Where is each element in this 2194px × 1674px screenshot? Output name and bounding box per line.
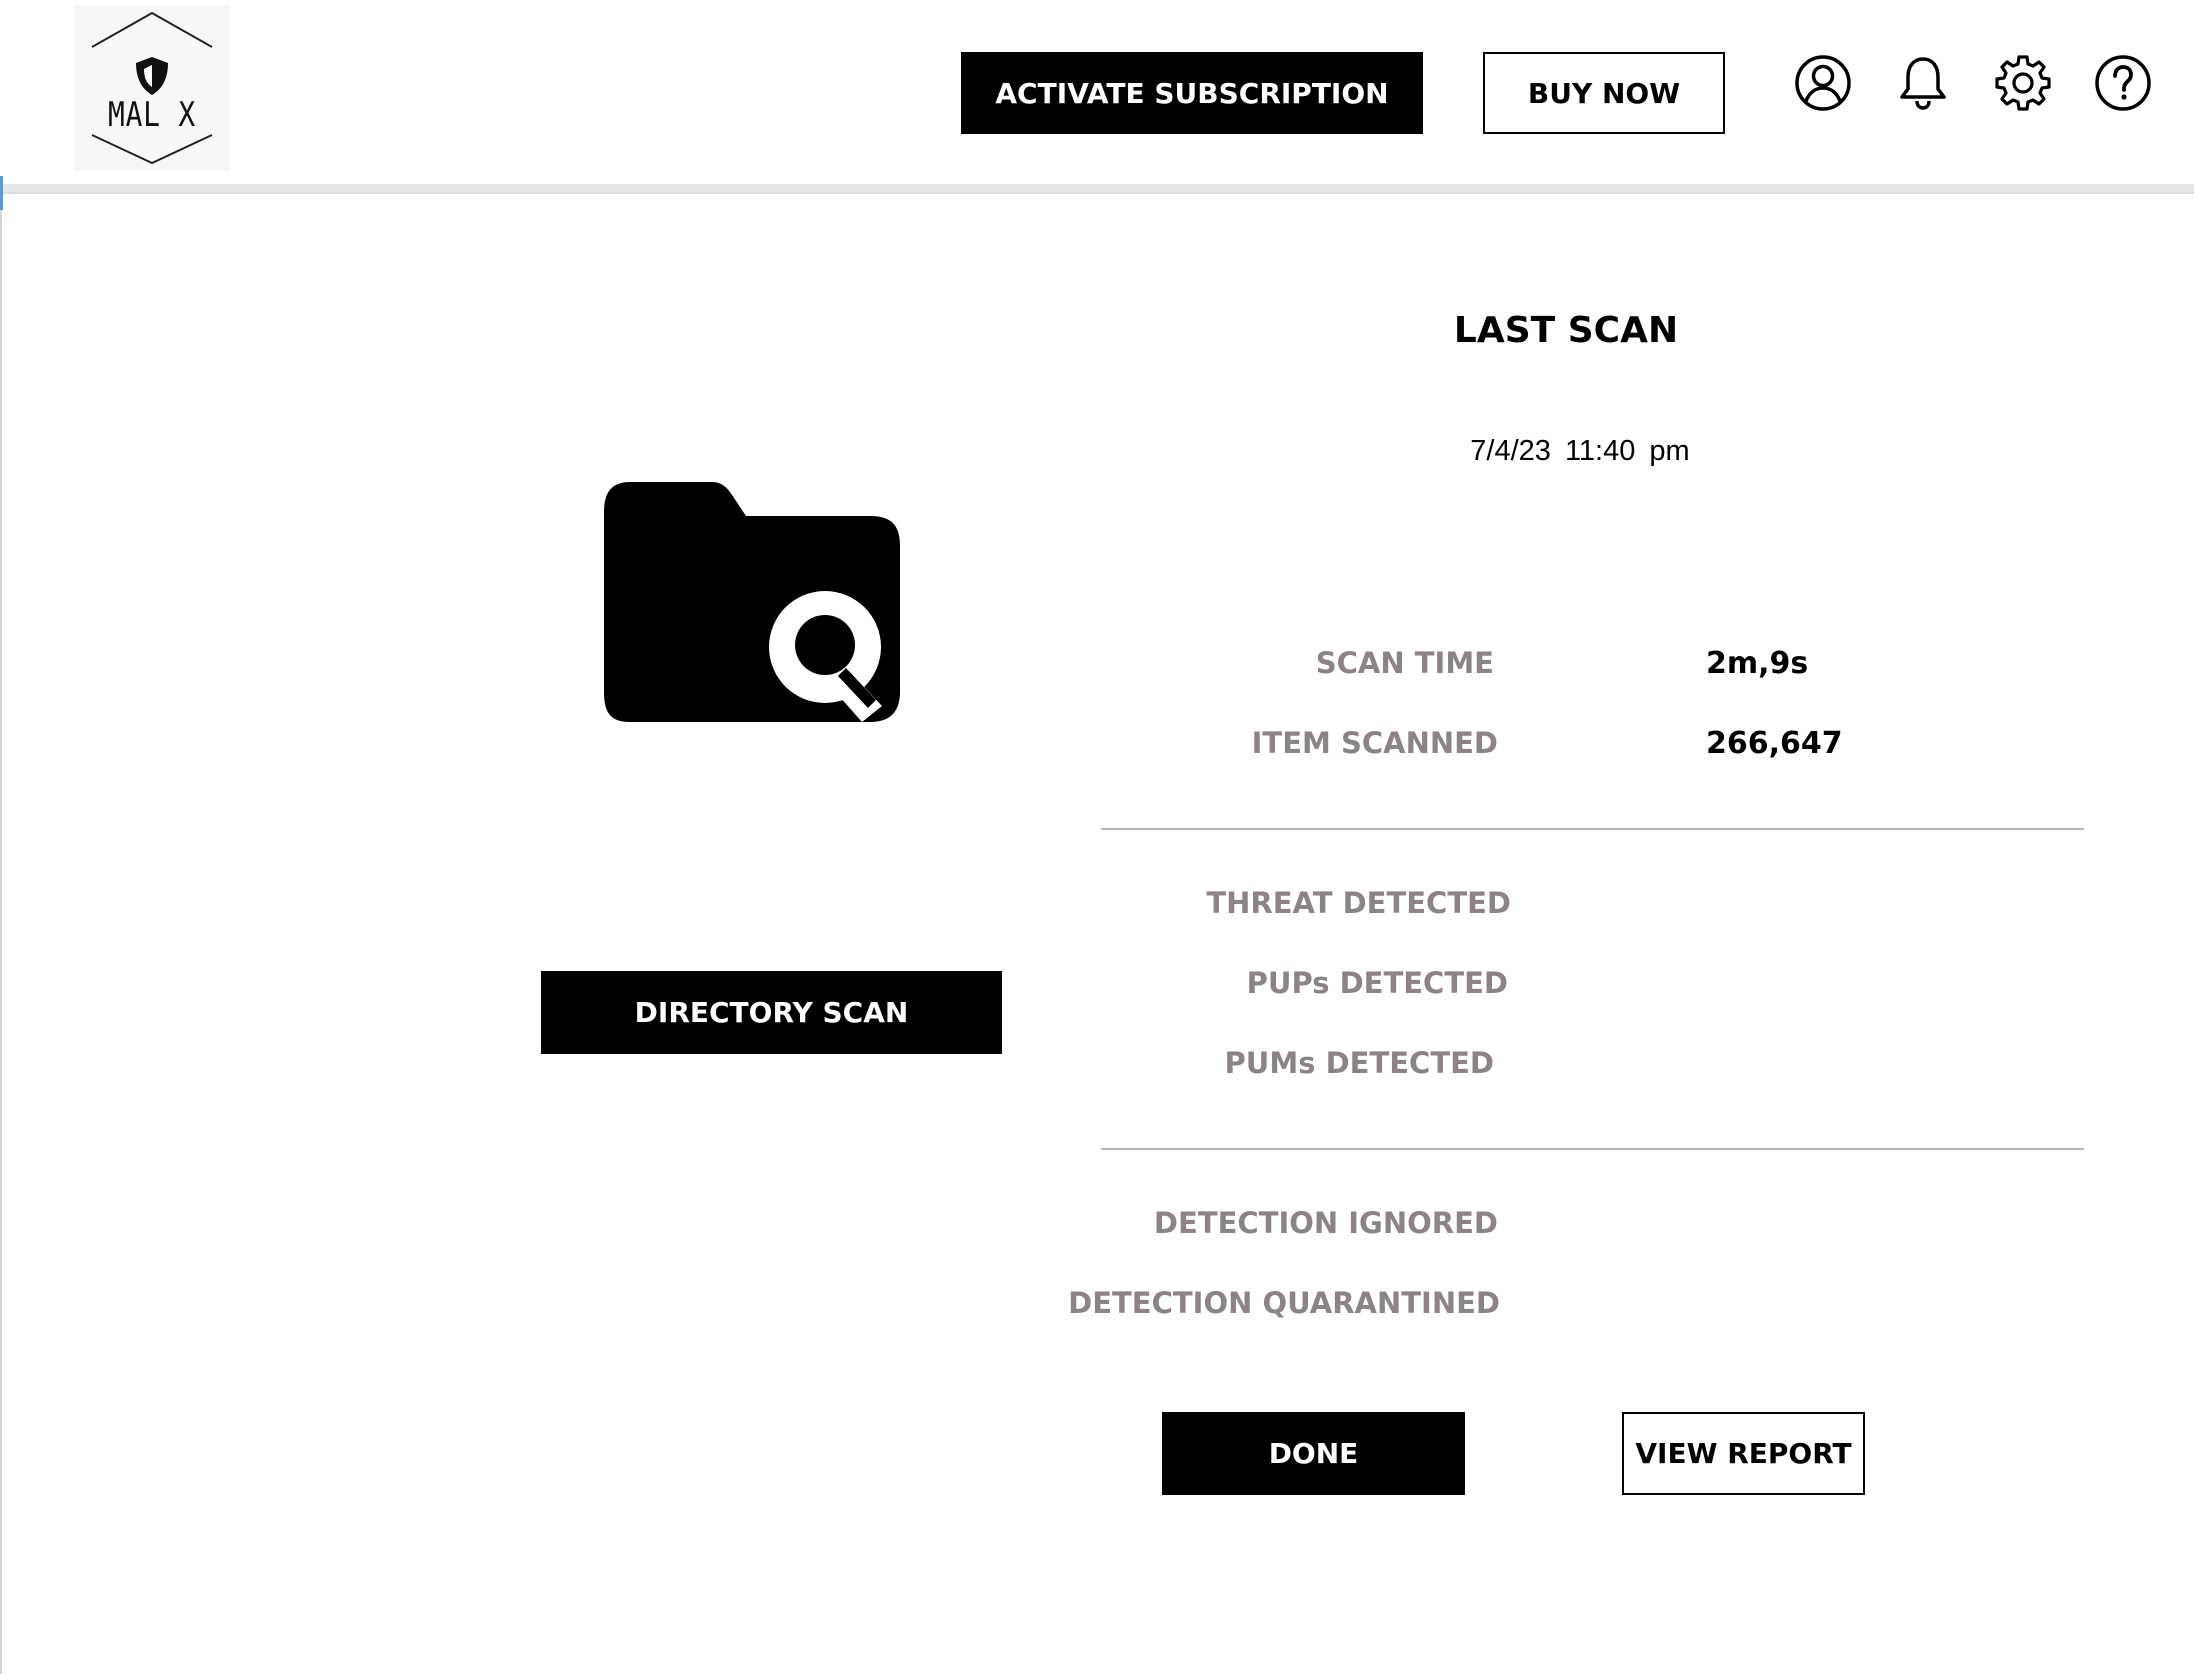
help-icon[interactable] bbox=[2093, 53, 2153, 113]
buy-now-button[interactable]: BUY NOW bbox=[1483, 52, 1725, 134]
logo-text: MAL X bbox=[107, 95, 197, 135]
pums-detected-label: PUMs DETECTED bbox=[1224, 1046, 1494, 1080]
item-scanned-value: 266,647 bbox=[1706, 726, 1843, 761]
header-divider-shadow bbox=[0, 192, 2194, 194]
logo-hexagon-icon bbox=[91, 11, 213, 165]
folder-search-icon bbox=[600, 482, 910, 728]
detection-ignored-label: DETECTION IGNORED bbox=[1153, 1206, 1498, 1240]
done-button[interactable]: DONE bbox=[1162, 1412, 1465, 1495]
gear-icon[interactable] bbox=[1993, 53, 2053, 113]
bell-icon[interactable] bbox=[1893, 53, 1953, 113]
scan-time-label: SCAN TIME bbox=[1315, 646, 1494, 680]
last-scan-datetime: 7/4/23 11:40 pm bbox=[1470, 435, 1690, 467]
window-left-border bbox=[0, 0, 2, 1674]
header-divider bbox=[0, 184, 2194, 192]
window-edge-accent bbox=[0, 176, 3, 210]
app-logo: MAL X bbox=[74, 5, 230, 171]
section-divider bbox=[1101, 828, 2084, 830]
section-divider bbox=[1101, 1148, 2084, 1150]
user-icon[interactable] bbox=[1793, 53, 1853, 113]
view-report-button[interactable]: VIEW REPORT bbox=[1622, 1412, 1865, 1495]
pups-detected-label: PUPs DETECTED bbox=[1246, 966, 1508, 1000]
item-scanned-label: ITEM SCANNED bbox=[1251, 726, 1498, 760]
activate-subscription-button[interactable]: ACTIVATE SUBSCRIPTION bbox=[961, 52, 1423, 134]
scan-time-value: 2m,9s bbox=[1706, 646, 1809, 681]
threat-detected-label: THREAT DETECTED bbox=[1206, 886, 1511, 920]
directory-scan-button[interactable]: DIRECTORY SCAN bbox=[541, 971, 1002, 1054]
last-scan-title: LAST SCAN bbox=[1453, 310, 1679, 351]
detection-quarantined-label: DETECTION QUARANTINED bbox=[1068, 1286, 1500, 1320]
